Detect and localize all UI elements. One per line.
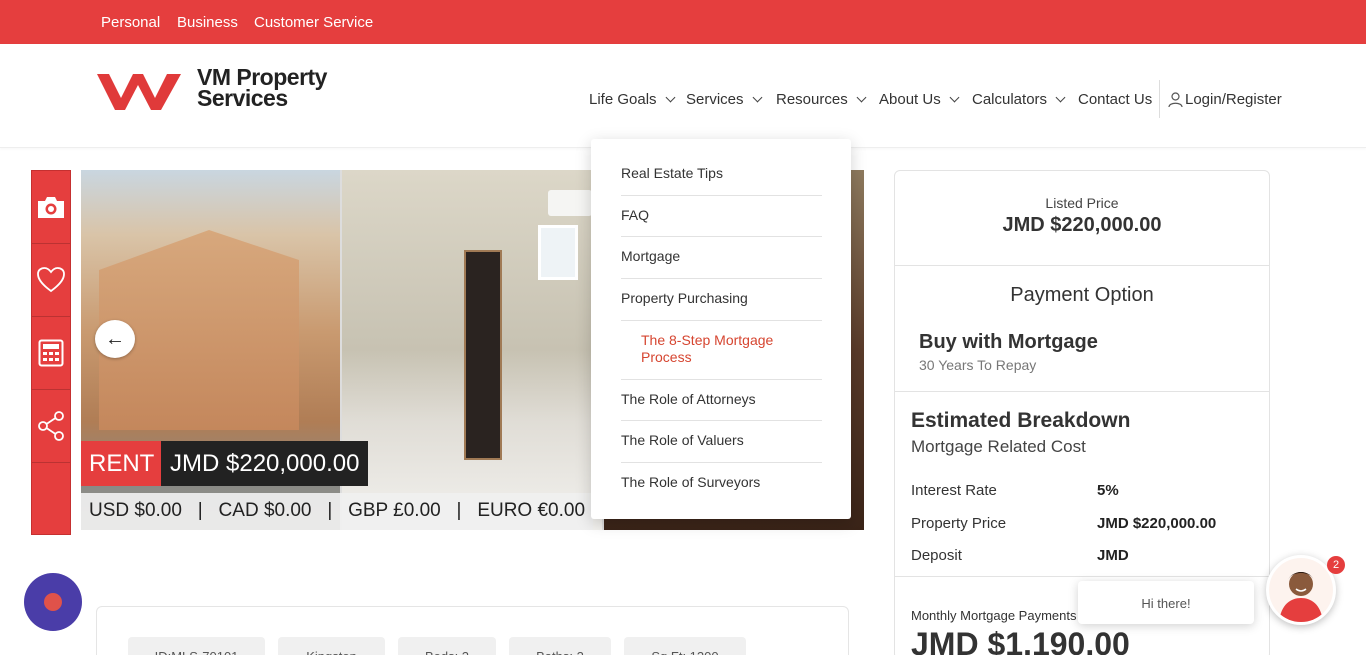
nav-label: About Us: [879, 91, 941, 108]
topbar-link-business[interactable]: Business: [177, 14, 238, 31]
dropdown-subitem-8-step-mortgage[interactable]: The 8-Step Mortgage Process: [641, 332, 822, 380]
dropdown-item-property-purchasing[interactable]: Property Purchasing: [621, 290, 822, 321]
nav-about-us[interactable]: About Us: [879, 91, 960, 108]
doorway: [464, 250, 502, 460]
panel-divider: [895, 265, 1269, 266]
nav-label: Resources: [776, 91, 848, 108]
payment-option-name[interactable]: Buy with Mortgage: [919, 331, 1098, 354]
main-header: VM Property Services Life Goals Services…: [0, 44, 1366, 148]
top-utility-bar: Personal Business Customer Service: [0, 0, 1366, 44]
chevron-down-icon: [856, 92, 867, 103]
calculator-icon: [38, 339, 64, 367]
payment-option-title: Payment Option: [1010, 284, 1154, 306]
nav-resources[interactable]: Resources: [776, 91, 867, 108]
row-value-deposit: JMD: [1097, 547, 1129, 564]
nav-services[interactable]: Services: [686, 91, 762, 108]
row-value-property-price: JMD $220,000.00: [1097, 515, 1217, 532]
chevron-down-icon: [1055, 92, 1066, 103]
nav-label: Calculators: [972, 91, 1048, 108]
row-label-deposit: Deposit: [911, 547, 962, 564]
nav-label: Contact Us: [1078, 91, 1153, 108]
dropdown-item-attorneys[interactable]: The Role of Attorneys: [621, 391, 822, 421]
share-icon: [38, 411, 64, 441]
chat-assistant-avatar[interactable]: [1266, 555, 1336, 625]
brand-name: VM Property Services: [197, 64, 327, 111]
payment-option-term: 30 Years To Repay: [919, 357, 1037, 373]
chat-greeting-bubble[interactable]: Hi there!: [1078, 581, 1254, 624]
assistant-avatar-icon: [1269, 558, 1333, 622]
chat-notification-badge: 2: [1327, 556, 1345, 574]
favorite-button[interactable]: [32, 244, 70, 317]
chevron-down-icon: [665, 92, 675, 103]
nav-label: Life Goals: [589, 91, 657, 108]
calculator-button[interactable]: [32, 317, 70, 390]
topbar-link-customer-service[interactable]: Customer Service: [254, 14, 373, 31]
nav-calculators[interactable]: Calculators: [972, 91, 1066, 108]
accessibility-fab[interactable]: [24, 573, 82, 631]
share-button[interactable]: [32, 390, 70, 463]
gallery-prev-button[interactable]: ←: [95, 320, 135, 358]
listing-action-toolbar: [31, 170, 71, 535]
listed-price-label: Listed Price: [1045, 195, 1119, 211]
brand-logo[interactable]: VM Property Services: [95, 64, 335, 115]
photos-button[interactable]: [32, 171, 70, 244]
topbar-link-personal[interactable]: Personal: [101, 14, 160, 31]
dropdown-item-valuers[interactable]: The Role of Valuers: [621, 432, 822, 463]
dropdown-item-real-estate-tips[interactable]: Real Estate Tips: [621, 165, 822, 196]
camera-icon: [38, 197, 64, 218]
chip-location: Kingston: [278, 637, 385, 655]
logo-mark-icon: [97, 74, 181, 110]
breakdown-title: Estimated Breakdown: [911, 409, 1131, 432]
nav-life-goals[interactable]: Life Goals: [589, 91, 675, 108]
chip-beds: Beds: 2: [398, 637, 496, 655]
login-register-link[interactable]: Login/Register: [1168, 91, 1282, 108]
listed-price-value: JMD $220,000.00: [1002, 214, 1162, 236]
nav-contact-us[interactable]: Contact Us: [1078, 91, 1152, 108]
listing-type-badge: RENT: [81, 441, 163, 486]
monthly-payment-label: Monthly Mortgage Payments: [911, 608, 1077, 623]
chip-baths: Baths: 2: [509, 637, 611, 655]
login-label: Login/Register: [1185, 91, 1282, 108]
listing-price-badge: JMD $220,000.00: [161, 441, 369, 486]
row-label-property-price: Property Price: [911, 515, 1007, 532]
chevron-down-icon: [949, 92, 960, 103]
dropdown-item-faq[interactable]: FAQ: [621, 207, 822, 237]
chevron-down-icon: [752, 92, 762, 103]
row-label-interest-rate: Interest Rate: [911, 482, 997, 499]
row-value-interest-rate: 5%: [1097, 482, 1119, 499]
currency-conversions: USD $0.00 | CAD $0.00 | GBP £0.00 | EURO…: [81, 493, 594, 530]
property-photo-interior[interactable]: [342, 170, 602, 530]
heart-icon: [37, 267, 65, 293]
arrow-left-icon: ←: [105, 327, 125, 350]
window: [538, 225, 578, 280]
property-details-card: ID:MLS-70101 Kingston Beds: 2 Baths: 2 S…: [96, 606, 849, 655]
nav-divider: [1159, 80, 1160, 118]
dropdown-item-surveyors[interactable]: The Role of Surveyors: [621, 474, 822, 505]
resources-dropdown-menu: Real Estate Tips FAQ Mortgage Property P…: [591, 139, 851, 519]
chip-mls-id: ID:MLS-70101: [128, 637, 265, 655]
panel-divider: [895, 391, 1269, 392]
fab-dot-icon: [44, 593, 62, 611]
dropdown-divider: [621, 379, 822, 380]
dropdown-item-mortgage[interactable]: Mortgage: [621, 248, 822, 279]
dropdown-pointer: [808, 126, 834, 140]
ac-unit: [548, 190, 592, 216]
panel-divider: [895, 576, 1269, 577]
user-icon: [1168, 91, 1183, 107]
breakdown-subtitle: Mortgage Related Cost: [911, 437, 1086, 456]
monthly-payment-value: JMD $1,190.00: [911, 626, 1130, 655]
nav-label: Services: [686, 91, 744, 108]
chip-sqft: Sq Ft: 1200: [624, 637, 746, 655]
